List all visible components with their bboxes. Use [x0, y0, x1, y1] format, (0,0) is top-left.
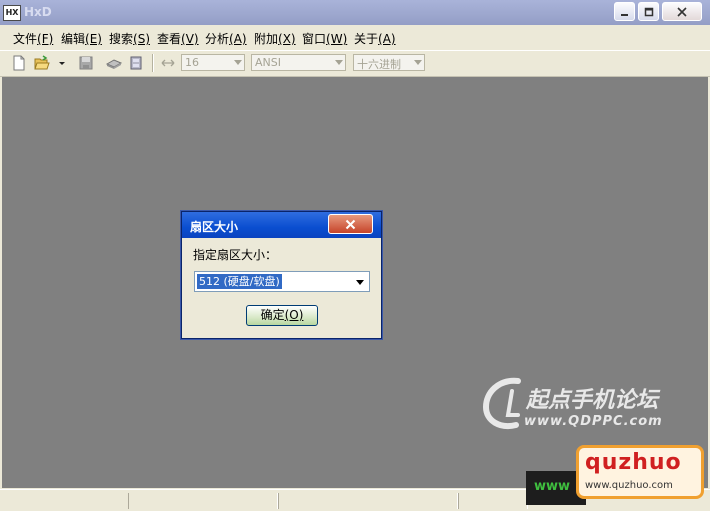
menu-edit[interactable]: 编辑(E)	[61, 30, 102, 47]
chevron-down-icon	[414, 60, 422, 65]
minimize-icon	[621, 14, 628, 16]
menu-extras[interactable]: 附加(X)	[254, 30, 296, 47]
minimize-button[interactable]	[614, 2, 635, 21]
dialog-title-bar[interactable]: 扇区大小	[182, 212, 381, 238]
chevron-down-icon	[335, 60, 343, 65]
sector-size-label: 指定扇区大小：	[193, 248, 278, 262]
status-panel	[458, 493, 528, 509]
open-dropdown-arrow-icon[interactable]	[57, 55, 67, 71]
save-icon[interactable]	[78, 55, 94, 71]
close-icon	[677, 7, 687, 17]
qdppc-url: www.QDPPC.com	[524, 414, 663, 429]
sector-size-selected-value: 512 (硬盘/软盘)	[197, 274, 282, 289]
menu-file[interactable]: 文件(F)	[13, 30, 53, 47]
charset-combo[interactable]: ANSI	[251, 54, 346, 71]
close-button[interactable]	[662, 2, 702, 21]
menu-analysis[interactable]: 分析(A)	[205, 30, 247, 47]
restore-icon	[644, 7, 653, 17]
menu-search[interactable]: 搜索(S)	[109, 30, 150, 47]
window-title: HxD	[24, 5, 52, 19]
close-icon	[345, 219, 356, 230]
bytes-per-row-value: 16	[185, 56, 199, 69]
menu-view[interactable]: 查看(V)	[157, 30, 199, 47]
quzhuo-name: quzhuo	[585, 450, 682, 475]
dialog-close-button[interactable]	[328, 214, 373, 234]
quzhuo-url: www.quzhuo.com	[585, 480, 673, 491]
chevron-down-icon	[234, 60, 242, 65]
charset-value: ANSI	[255, 56, 281, 69]
qdppc-watermark: 起点手机论坛 www.QDPPC.com	[478, 370, 688, 440]
dialog-title: 扇区大小	[190, 220, 239, 234]
menu-about[interactable]: 关于(A)	[354, 30, 396, 47]
bytes-per-row-combo[interactable]: 16	[181, 54, 245, 71]
menu-window[interactable]: 窗口(W)	[302, 30, 347, 47]
status-panel	[278, 493, 458, 509]
sector-size-dialog: 扇区大小 指定扇区大小： 512 (硬盘/软盘) 确定(O)	[181, 211, 382, 339]
app-icon: HX	[3, 5, 21, 21]
bytes-per-row-icon	[161, 59, 175, 67]
toolbar: 16 ANSI 十六进制	[0, 50, 710, 77]
menu-bar: 文件(F) 编辑(E) 搜索(S) 查看(V) 分析(A) 附加(X) 窗口(W…	[0, 26, 710, 48]
offset-base-value: 十六进制	[357, 58, 401, 71]
quzhuo-badge: quzhuo www.quzhuo.com	[576, 445, 704, 499]
qdppc-name: 起点手机论坛	[526, 388, 659, 413]
chevron-down-icon[interactable]	[356, 280, 364, 285]
ok-button[interactable]: 确定(O)	[246, 305, 318, 326]
quzhuo-watermark: www quzhuo www.quzhuo.com	[526, 445, 706, 505]
hxd-window: HX HxD 文件(F) 编辑(E) 搜索(S) 查看(V) 分析(A) 附加(…	[0, 0, 710, 511]
open-folder-icon[interactable]	[34, 55, 50, 71]
maximize-button[interactable]	[638, 2, 659, 21]
toolbar-separator	[152, 54, 154, 72]
dialog-body: 指定扇区大小： 512 (硬盘/软盘) 确定(O)	[185, 238, 378, 335]
sector-size-select[interactable]: 512 (硬盘/软盘)	[194, 271, 370, 292]
qdppc-logo-icon	[482, 377, 521, 429]
new-file-icon[interactable]	[11, 55, 27, 71]
open-disk-icon[interactable]	[106, 55, 122, 71]
offset-base-combo[interactable]: 十六进制	[353, 54, 425, 71]
quzhuo-www-text: www	[534, 479, 571, 494]
title-bar[interactable]: HX HxD	[0, 0, 710, 25]
status-panel	[128, 493, 278, 509]
open-ram-icon[interactable]	[128, 55, 144, 71]
